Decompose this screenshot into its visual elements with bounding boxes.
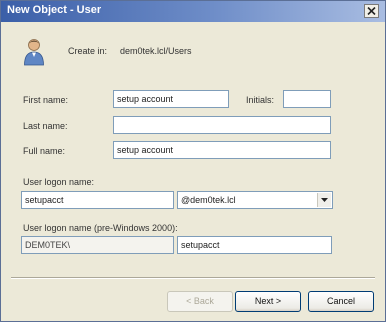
logon-name-field[interactable]: setupacct [21,191,174,209]
next-button[interactable]: Next > [235,291,301,312]
pre2000-logon-field[interactable]: setupacct [177,236,332,254]
close-button[interactable] [364,4,379,18]
pre2000-domain-field: DEM0TEK\ [21,236,174,254]
create-in-path: dem0tek.lcl/Users [120,46,192,56]
new-object-user-dialog: New Object - User Create in: dem0tek.lcl… [0,0,386,322]
initials-field[interactable] [283,90,331,108]
first-name-field[interactable]: setup account [113,90,229,108]
full-name-label: Full name: [23,146,66,156]
window-title: New Object - User [7,4,102,16]
pre2000-logon-label: User logon name (pre-Windows 2000): [23,223,178,233]
initials-label: Initials: [246,95,275,105]
divider [11,277,375,279]
logon-name-label: User logon name: [23,177,95,187]
last-name-field[interactable] [113,116,331,134]
full-name-field[interactable]: setup account [113,141,331,159]
close-icon [367,7,376,15]
first-name-label: First name: [23,95,69,105]
domain-suffix-value: @dem0tek.lcl [181,195,236,205]
domain-suffix-dropdown-button[interactable] [317,193,331,207]
user-icon [24,39,44,66]
last-name-label: Last name: [23,121,68,131]
cancel-button[interactable]: Cancel [308,291,374,312]
back-button[interactable]: < Back [167,291,233,312]
chevron-down-icon [321,198,328,202]
title-bar[interactable]: New Object - User [1,1,385,22]
create-in-label: Create in: [68,46,108,56]
domain-suffix-select[interactable]: @dem0tek.lcl [177,191,333,209]
